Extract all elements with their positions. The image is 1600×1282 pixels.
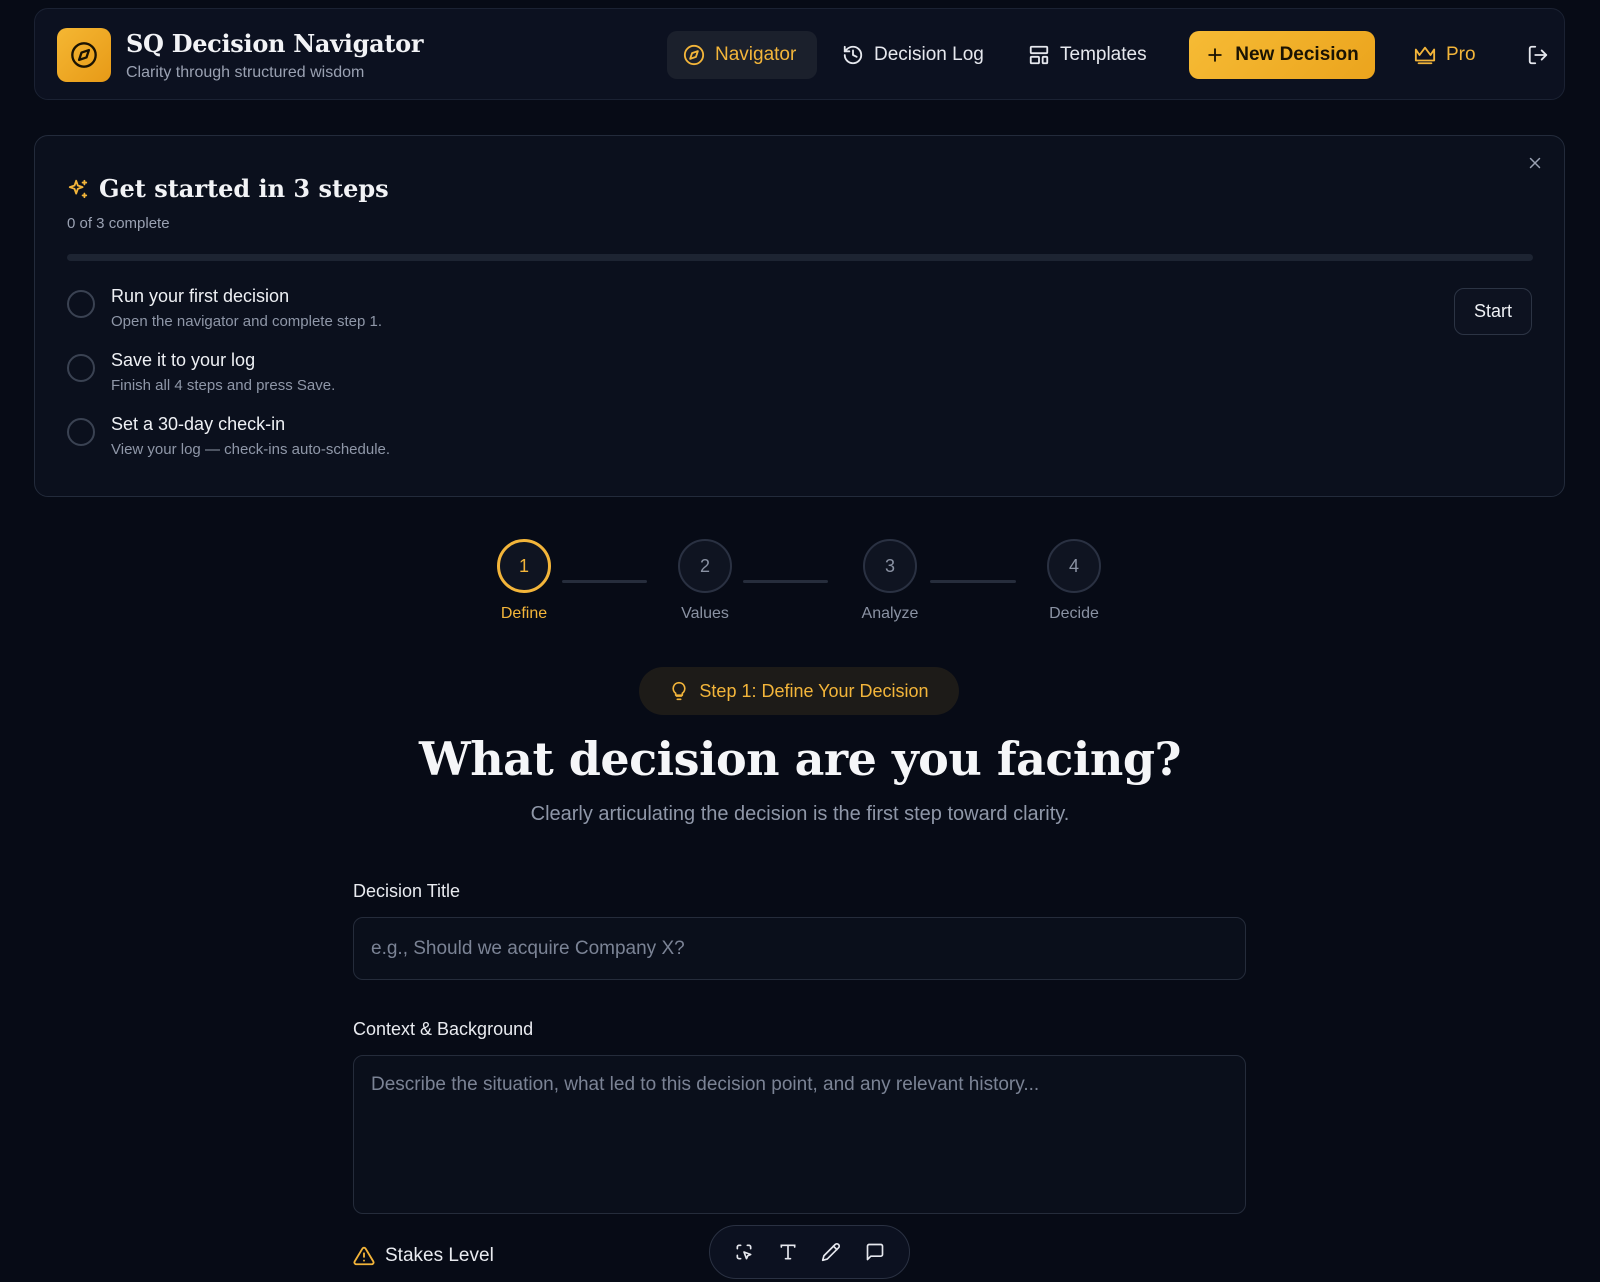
onboarding-title-text: Get started in 3 steps [99, 174, 389, 203]
decision-title-label: Decision Title [353, 881, 461, 901]
nav-templates-label: Templates [1060, 44, 1147, 65]
compass-icon [683, 44, 705, 66]
nav-navigator[interactable]: Navigator [667, 31, 817, 79]
stepper-label-analyze: Analyze [861, 605, 919, 622]
step-badge: Step 1: Define Your Decision [639, 667, 959, 715]
stakes-level-label: Stakes Level [353, 1245, 494, 1267]
pencil-tool-icon[interactable] [816, 1237, 846, 1267]
context-textarea[interactable] [353, 1055, 1246, 1214]
pro-label: Pro [1446, 44, 1476, 65]
stepper-label-decide: Decide [1049, 605, 1099, 622]
page-title: What decision are you facing? [419, 732, 1181, 786]
onboarding-step-desc: View your log — check-ins auto-schedule. [111, 441, 391, 458]
page-subtitle: Clearly articulating the decision is the… [530, 803, 1070, 825]
pro-button[interactable]: Pro [1398, 31, 1492, 79]
lightbulb-icon [672, 681, 687, 701]
onboarding-step-title: Set a 30-day check-in [111, 414, 286, 434]
logout-icon [1528, 45, 1548, 65]
onboarding-step-desc: Open the navigator and complete step 1. [111, 313, 383, 330]
stepper-step-1[interactable]: 1 [497, 539, 551, 593]
nav-templates[interactable]: Templates [1012, 31, 1163, 79]
step-badge-label: Step 1: Define Your Decision [699, 680, 929, 701]
layout-template-icon [1029, 45, 1049, 65]
onboarding-step: Save it to your log Finish all 4 steps a… [67, 350, 335, 394]
close-icon[interactable] [1524, 152, 1546, 174]
decision-title-input[interactable] [353, 917, 1246, 980]
stepper-connector [562, 580, 647, 583]
onboarding-progress-bar [67, 254, 1533, 261]
nav-decision-log[interactable]: Decision Log [826, 31, 1000, 79]
sparkles-icon [68, 179, 88, 198]
step-checkbox[interactable] [67, 354, 95, 382]
nav-navigator-label: Navigator [715, 44, 797, 65]
onboarding-progress-count: 0 of 3 complete [67, 215, 170, 232]
onboarding-step: Set a 30-day check-in View your log — ch… [67, 414, 390, 458]
plus-icon [1208, 48, 1222, 62]
text-tool-icon[interactable] [773, 1237, 803, 1267]
stakes-level-text: Stakes Level [385, 1245, 494, 1266]
warning-icon [353, 1246, 375, 1266]
floating-toolbar [709, 1225, 910, 1279]
app-title: SQ Decision Navigator [126, 29, 424, 58]
new-decision-label: New Decision [1235, 44, 1359, 65]
step-checkbox[interactable] [67, 290, 95, 318]
stepper-step-4[interactable]: 4 [1047, 539, 1101, 593]
app-subtitle: Clarity through structured wisdom [126, 64, 365, 81]
start-button[interactable]: Start [1454, 288, 1532, 335]
compass-logo-icon[interactable] [57, 28, 111, 82]
onboarding-step-title: Run your first decision [111, 286, 290, 306]
crown-icon [1414, 46, 1436, 65]
onboarding-step-desc: Finish all 4 steps and press Save. [111, 377, 336, 394]
onboarding-card: Get started in 3 steps 0 of 3 complete R… [34, 135, 1565, 497]
stepper-connector [743, 580, 828, 583]
new-decision-button[interactable]: New Decision [1189, 31, 1375, 79]
logout-button[interactable] [1523, 31, 1553, 79]
select-tool-icon[interactable] [729, 1237, 759, 1267]
onboarding-step-title: Save it to your log [111, 350, 256, 370]
comment-tool-icon[interactable] [860, 1237, 890, 1267]
step-checkbox[interactable] [67, 418, 95, 446]
nav-decision-log-label: Decision Log [874, 44, 984, 65]
stepper-label-values: Values [681, 605, 729, 622]
onboarding-title: Get started in 3 steps [67, 174, 389, 203]
onboarding-step: Run your first decision Open the navigat… [67, 286, 382, 330]
history-icon [843, 45, 863, 65]
stepper-step-2[interactable]: 2 [678, 539, 732, 593]
app-header: SQ Decision Navigator Clarity through st… [34, 8, 1565, 100]
stepper-label-define: Define [500, 605, 548, 622]
context-label: Context & Background [353, 1019, 534, 1039]
stepper-connector [930, 580, 1016, 583]
stepper-step-3[interactable]: 3 [863, 539, 917, 593]
